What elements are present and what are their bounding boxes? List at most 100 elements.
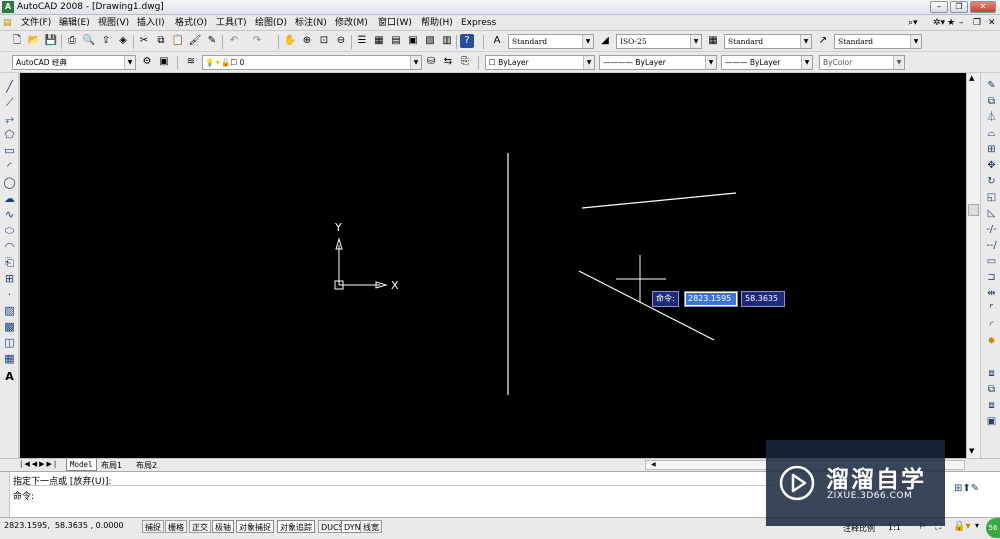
dim-style-icon[interactable]: ◢ bbox=[598, 34, 612, 48]
mirror-icon[interactable]: ⏃ bbox=[984, 111, 999, 125]
help-icon[interactable]: ? bbox=[460, 34, 474, 48]
offset-icon[interactable]: ⌓ bbox=[984, 127, 999, 141]
extend-icon[interactable]: --/ bbox=[984, 239, 999, 253]
menu-help[interactable]: 帮助(H) bbox=[421, 17, 453, 29]
dim-style-select[interactable]: ISO-25 ▼ bbox=[616, 34, 702, 49]
scroll-down-icon[interactable]: ▼ bbox=[969, 447, 974, 455]
cut-icon[interactable]: ✂ bbox=[137, 34, 151, 48]
tab-layout2[interactable]: 布局2 bbox=[136, 460, 157, 471]
arc-icon[interactable]: ◜ bbox=[2, 159, 17, 174]
gradient-icon[interactable]: ▩ bbox=[2, 319, 17, 334]
markup-set-icon[interactable]: ▧ bbox=[423, 34, 437, 48]
publish-icon[interactable]: ⇪ bbox=[99, 34, 113, 48]
layer-select[interactable]: 💡☀🔓☐ 0 ▼ bbox=[202, 55, 422, 70]
save-icon[interactable]: 💾 bbox=[44, 34, 58, 48]
layer-previous-icon[interactable]: ⇆ bbox=[441, 55, 455, 69]
construction-line-icon[interactable]: ⟋ bbox=[2, 95, 17, 110]
undo-icon[interactable]: ↶ bbox=[227, 34, 241, 48]
chamfer-icon[interactable]: ⌜ bbox=[984, 303, 999, 317]
block-editor-icon[interactable]: ✎ bbox=[205, 34, 219, 48]
workspace-settings-icon[interactable]: ⚙ bbox=[140, 55, 154, 69]
ortho-toggle[interactable]: 正交 bbox=[189, 520, 211, 533]
scroll-thumb[interactable] bbox=[968, 204, 979, 216]
pan-icon[interactable]: ✋ bbox=[283, 34, 297, 48]
plot-icon[interactable]: ⎙ bbox=[65, 34, 79, 48]
vertical-scrollbar[interactable]: ▲ ▼ bbox=[966, 73, 980, 458]
bring-to-front-icon[interactable]: ⧉ bbox=[984, 383, 999, 397]
otrack-toggle[interactable]: 对象追踪 bbox=[277, 520, 315, 533]
doc-close-button[interactable]: ✕ bbox=[988, 17, 996, 29]
make-block-icon[interactable]: ⊞ bbox=[2, 271, 17, 286]
paste-icon[interactable]: 📋 bbox=[171, 34, 185, 48]
polar-toggle[interactable]: 极轴 bbox=[212, 520, 234, 533]
open-file-icon[interactable]: 📂 bbox=[27, 34, 41, 48]
polygon-icon[interactable]: ⬠ bbox=[2, 127, 17, 142]
menu-view[interactable]: 视图(V) bbox=[98, 17, 129, 29]
point-icon[interactable]: · bbox=[2, 287, 17, 302]
menu-file[interactable]: 文件(F) bbox=[21, 17, 51, 29]
lineweight-toggle[interactable]: 线宽 bbox=[360, 520, 382, 533]
autocad-app-icon[interactable]: A bbox=[2, 1, 14, 13]
zoom-previous-icon[interactable]: ⊖ bbox=[334, 34, 348, 48]
menu-format[interactable]: 格式(O) bbox=[175, 17, 207, 29]
dynamic-input-x-field[interactable]: 2823.1595 bbox=[684, 291, 738, 307]
insert-block-icon[interactable]: ⎗ bbox=[2, 255, 17, 270]
stretch-icon[interactable]: ◺ bbox=[984, 207, 999, 221]
copy-object-icon[interactable]: ⧉ bbox=[984, 95, 999, 109]
mleader-style-icon[interactable]: ↗ bbox=[816, 34, 830, 48]
favorites-star-icon[interactable]: ★ bbox=[947, 17, 955, 29]
send-to-back-icon[interactable]: ⧈ bbox=[984, 399, 999, 413]
layer-manager-icon[interactable]: ≋ bbox=[184, 55, 198, 69]
scroll-left-icon[interactable]: ◀ bbox=[651, 461, 656, 468]
zoom-realtime-icon[interactable]: ⊕ bbox=[300, 34, 314, 48]
menu-tools[interactable]: 工具(T) bbox=[216, 17, 247, 29]
erase-icon[interactable]: ✎ bbox=[984, 79, 999, 93]
tab-layout1[interactable]: 布局1 bbox=[101, 460, 122, 471]
properties-icon[interactable]: ☰ bbox=[355, 34, 369, 48]
move-icon[interactable]: ✥ bbox=[984, 159, 999, 173]
make-object-layer-current-icon[interactable]: ⛁ bbox=[424, 55, 438, 69]
doc-restore-button[interactable]: ❐ bbox=[973, 17, 981, 29]
new-file-icon[interactable]: 🗋 bbox=[10, 34, 24, 48]
join-icon[interactable]: ⇹ bbox=[984, 287, 999, 301]
match-properties-icon[interactable]: 🖌 bbox=[188, 34, 202, 48]
menu-express[interactable]: Express bbox=[461, 17, 496, 29]
ellipse-arc-icon[interactable]: ◠ bbox=[2, 239, 17, 254]
mleader-style-select[interactable]: Standard ▼ bbox=[834, 34, 922, 49]
scale-icon[interactable]: ◱ bbox=[984, 191, 999, 205]
zoom-window-icon[interactable]: ⊡ bbox=[317, 34, 331, 48]
menu-edit[interactable]: 编辑(E) bbox=[59, 17, 90, 29]
trim-icon[interactable]: -/- bbox=[984, 223, 999, 237]
table-icon[interactable]: ▦ bbox=[2, 351, 17, 366]
plot-style-select[interactable]: ByColor ▼ bbox=[819, 55, 905, 70]
multiline-text-icon[interactable]: A bbox=[2, 369, 17, 384]
menu-insert[interactable]: 插入(I) bbox=[137, 17, 165, 29]
bring-above-icon[interactable]: ▣ bbox=[984, 415, 999, 429]
array-icon[interactable]: ⊞ bbox=[984, 143, 999, 157]
break-at-point-icon[interactable]: ▭ bbox=[984, 255, 999, 269]
break-icon[interactable]: ⊐ bbox=[984, 271, 999, 285]
tray-icons[interactable]: ⊞⬆✎ bbox=[954, 483, 979, 494]
3d-dwf-icon[interactable]: ◈ bbox=[116, 34, 130, 48]
linetype-select[interactable]: ———— ByLayer ▼ bbox=[599, 55, 717, 70]
infocenter-icon[interactable]: ✲▾ bbox=[933, 17, 945, 29]
clean-screen-badge-icon[interactable]: 56 bbox=[986, 518, 1000, 538]
menu-window[interactable]: 窗口(W) bbox=[378, 17, 412, 29]
workspace-select[interactable]: AutoCAD 经典 ▼ bbox=[12, 55, 136, 70]
tab-navigation-arrows[interactable]: |◀◀▶▶| bbox=[20, 460, 58, 468]
text-style-icon[interactable]: A bbox=[490, 34, 504, 48]
my-workspace-icon[interactable]: ▣ bbox=[157, 55, 171, 69]
status-menu-arrow-icon[interactable]: ▾ bbox=[975, 521, 979, 530]
circle-icon[interactable]: ◯ bbox=[2, 175, 17, 190]
grid-toggle[interactable]: 栅格 bbox=[165, 520, 187, 533]
spline-icon[interactable]: ∿ bbox=[2, 207, 17, 222]
minimize-button[interactable]: – bbox=[930, 1, 948, 13]
text-style-select[interactable]: Standard ▼ bbox=[508, 34, 594, 49]
tab-model[interactable]: Model bbox=[66, 459, 97, 471]
copy-icon[interactable]: ⧉ bbox=[154, 34, 168, 48]
sheet-set-icon[interactable]: ▣ bbox=[406, 34, 420, 48]
calculator-icon[interactable]: ▥ bbox=[440, 34, 454, 48]
coordinates-readout[interactable]: 2823.1595, 58.3635 , 0.0000 bbox=[4, 521, 124, 530]
redo-icon[interactable]: ↷ bbox=[250, 34, 264, 48]
table-style-select[interactable]: Standard ▼ bbox=[724, 34, 812, 49]
